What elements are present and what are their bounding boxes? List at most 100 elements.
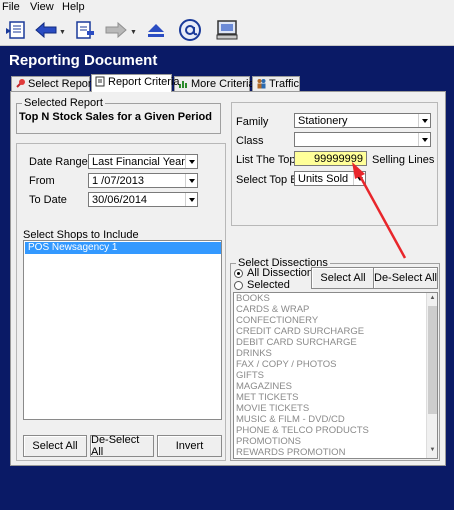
to-date-label: To Date [29, 194, 67, 206]
dissections-listbox[interactable]: BOOKS CARDS & WRAP CONFECTIONERY CREDIT CAR… [233, 292, 438, 459]
to-date-picker[interactable]: 30/06/2014 [88, 192, 198, 207]
invert-shops-button[interactable]: Invert [157, 435, 222, 457]
list-item[interactable]: DEBIT CARD SURCHARGE [234, 337, 427, 348]
report-criteria-panel: Selected Report Top N Stock Sales for a … [10, 91, 446, 466]
deselect-all-dissections-button[interactable]: De-Select All [373, 267, 438, 289]
tab-label: Traffic [269, 78, 299, 90]
list-item[interactable]: CONFECTIONERY [234, 315, 427, 326]
selected-dissections-label: Selected [247, 279, 290, 291]
email-button[interactable] [176, 18, 204, 42]
from-date-picker[interactable]: 1 /07/2013 [88, 173, 198, 188]
forward-arrow-icon [105, 21, 127, 39]
deselect-all-shops-button[interactable]: De-Select All [90, 434, 154, 458]
list-top-value: 99999999 [314, 153, 363, 165]
date-shop-panel: Date Range Last Financial Year From 1 /0… [16, 143, 226, 461]
selected-report-group: Selected Report Top N Stock Sales for a … [16, 97, 221, 134]
date-range-value: Last Financial Year [92, 156, 185, 168]
toolbar: ▼ ▼ [0, 15, 454, 46]
chevron-down-icon[interactable] [185, 193, 197, 206]
menu-bar: File View Help [0, 0, 454, 15]
chevron-down-icon[interactable] [418, 114, 430, 127]
family-select[interactable]: Stationery [294, 113, 431, 128]
list-item[interactable]: PROMOTIONS [234, 436, 427, 447]
to-date-value: 30/06/2014 [92, 194, 148, 206]
class-select[interactable] [294, 132, 431, 147]
dissection-list: BOOKS CARDS & WRAP CONFECTIONERY CREDIT CAR… [234, 293, 427, 458]
computer-button[interactable] [213, 18, 241, 42]
menu-view[interactable]: View [30, 1, 54, 13]
back-arrow-icon [35, 21, 57, 39]
select-all-shops-button[interactable]: Select All [23, 435, 87, 457]
from-label: From [29, 175, 55, 187]
report-icon [6, 21, 25, 39]
forward-dropdown-icon[interactable]: ▼ [130, 29, 137, 36]
list-item[interactable]: DRINKS [234, 348, 427, 359]
list-item[interactable]: CREDIT CARD SURCHARGE [234, 326, 427, 337]
report-button[interactable] [2, 18, 30, 42]
scroll-up-icon[interactable]: ▲ [428, 295, 437, 304]
document-icon [95, 76, 106, 90]
list-item[interactable]: FAX / COPY / PHOTOS [234, 359, 427, 370]
list-item[interactable]: MAGAZINES [234, 381, 427, 392]
group-label: Selected Report [22, 97, 105, 109]
email-icon [179, 19, 201, 41]
selected-report-name: Top N Stock Sales for a Given Period [19, 111, 212, 123]
stock-criteria-group: Family Stationery Class List The Top 999… [231, 102, 438, 226]
list-item[interactable]: POS Newsagency 1 [25, 242, 221, 254]
shops-listbox[interactable]: POS Newsagency 1 [23, 240, 222, 420]
all-dissections-label: All Dissections [247, 267, 319, 279]
pin-icon [15, 78, 26, 92]
select-top-by-label: Select Top By [236, 174, 304, 186]
menu-file[interactable]: File [2, 1, 20, 13]
date-range-select[interactable]: Last Financial Year [88, 154, 198, 169]
list-item[interactable]: CARDS & WRAP [234, 304, 427, 315]
list-item[interactable]: PHONE & TELCO PRODUCTS [234, 425, 427, 436]
class-label: Class [236, 135, 264, 147]
list-item[interactable]: MET TICKETS [234, 392, 427, 403]
list-top-label: List The Top [236, 154, 296, 166]
page-header: Reporting Document [0, 46, 454, 74]
selected-dissections-radio[interactable] [234, 281, 243, 290]
list-item[interactable]: REWARDS PROMOTION [234, 447, 427, 458]
tab-label: Select Report [28, 78, 95, 90]
select-top-by-select[interactable]: Units Sold [294, 171, 366, 186]
document-button[interactable] [70, 18, 98, 42]
family-value: Stationery [298, 115, 348, 127]
tab-label: More Criteria [191, 78, 255, 90]
menu-help[interactable]: Help [62, 1, 85, 13]
select-all-dissections-button[interactable]: Select All [311, 267, 375, 289]
status-bar [0, 470, 454, 510]
scroll-down-icon[interactable]: ▼ [428, 447, 437, 456]
scroll-thumb[interactable] [428, 306, 437, 414]
tab-report-criteria[interactable]: Report Criteria [91, 74, 180, 92]
list-item[interactable]: MUSIC & FILM - DVD/CD [234, 414, 427, 425]
date-range-label: Date Range [29, 156, 88, 168]
scrollbar[interactable]: ▲ ▼ [426, 293, 437, 458]
page-title: Reporting Document [9, 52, 158, 69]
computer-icon [216, 20, 238, 40]
chevron-down-icon[interactable] [185, 155, 197, 168]
tab-more-criteria[interactable]: More Criteria [174, 76, 255, 92]
chevron-down-icon[interactable] [185, 174, 197, 187]
back-dropdown-icon[interactable]: ▼ [59, 29, 66, 36]
eject-icon [148, 24, 164, 37]
chevron-down-icon[interactable] [418, 133, 430, 146]
tab-label: Report Criteria [108, 76, 180, 88]
chevron-down-icon[interactable] [353, 172, 365, 185]
list-item[interactable]: BOOKS [234, 293, 427, 304]
tab-select-report[interactable]: Select Report [11, 76, 95, 92]
list-item[interactable]: MOVIE TICKETS [234, 403, 427, 414]
dissections-group: Select Dissections All Dissections Selec… [230, 257, 440, 461]
forward-button[interactable] [102, 18, 130, 42]
family-label: Family [236, 116, 269, 128]
from-date-value: 1 /07/2013 [92, 175, 144, 187]
eject-button[interactable] [142, 18, 170, 42]
selling-lines-label: Selling Lines [372, 154, 435, 166]
document-icon [76, 21, 94, 39]
tab-traffic[interactable]: Traffic [252, 76, 300, 92]
back-button[interactable] [32, 18, 60, 42]
all-dissections-radio[interactable] [234, 269, 243, 278]
select-top-by-value: Units Sold [298, 173, 349, 185]
list-top-input[interactable]: 99999999 [294, 151, 367, 166]
list-item[interactable]: GIFTS [234, 370, 427, 381]
